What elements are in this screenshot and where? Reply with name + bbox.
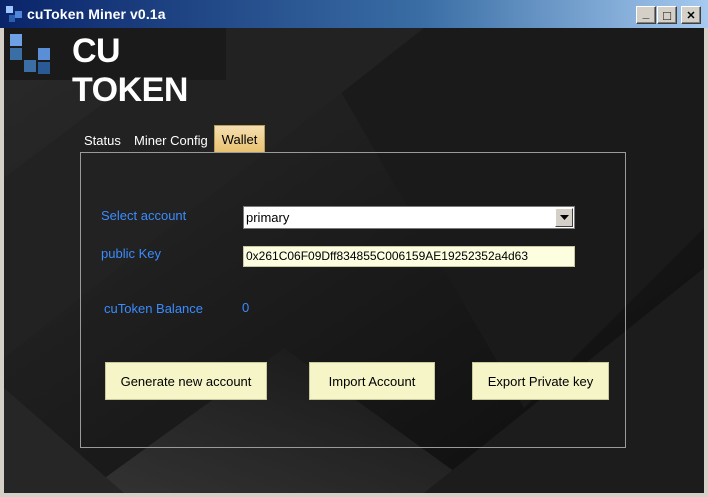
import-account-button[interactable]: Import Account xyxy=(309,362,435,400)
minimize-button[interactable]: _ xyxy=(636,6,656,24)
account-select[interactable]: primary xyxy=(243,206,575,229)
cutoken-logo: CU TOKEN xyxy=(4,28,226,109)
wallet-panel xyxy=(80,152,626,448)
select-account-label: Select account xyxy=(101,208,187,223)
maximize-icon: □ xyxy=(663,7,671,23)
balance-label: cuToken Balance xyxy=(104,301,204,316)
title-bar[interactable]: cuToken Miner v0.1a _ □ ✕ xyxy=(0,0,708,28)
generate-account-button[interactable]: Generate new account xyxy=(105,362,267,400)
public-key-field[interactable]: 0x261C06F09Dff834855C006159AE19252352a4d… xyxy=(243,246,575,267)
account-select-value: primary xyxy=(246,210,290,225)
minimize-icon: _ xyxy=(642,6,650,20)
tab-miner-config[interactable]: Miner Config xyxy=(131,128,211,152)
tab-wallet[interactable]: Wallet xyxy=(214,125,265,152)
close-icon: ✕ xyxy=(686,9,696,22)
close-button[interactable]: ✕ xyxy=(681,6,701,24)
window-title: cuToken Miner v0.1a xyxy=(27,6,166,22)
maximize-button[interactable]: □ xyxy=(657,6,677,24)
cutoken-app-icon xyxy=(6,6,22,22)
app-window: cuToken Miner v0.1a _ □ ✕ CU TOKEN Statu… xyxy=(0,0,708,497)
logo-text: CU TOKEN xyxy=(72,32,188,109)
dropdown-arrow-icon[interactable] xyxy=(555,208,573,227)
tab-status[interactable]: Status xyxy=(81,128,124,152)
balance-value: 0 xyxy=(242,300,250,315)
cutoken-logo-icon xyxy=(10,34,50,74)
public-key-label: public Key xyxy=(101,246,161,261)
export-private-key-button[interactable]: Export Private key xyxy=(472,362,609,400)
client-area: CU TOKEN Status Miner Config Wallet Sele… xyxy=(4,28,704,493)
